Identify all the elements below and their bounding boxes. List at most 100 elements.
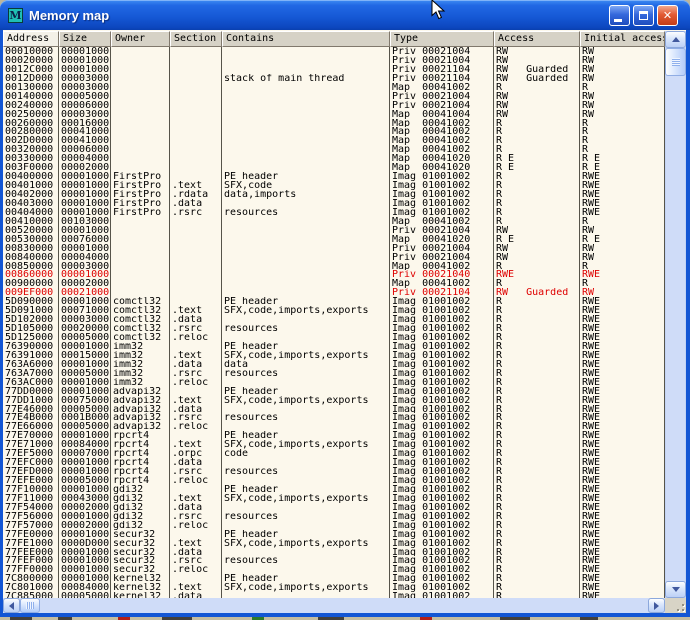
table-row[interactable]: 0053000000076000Map 00041020R ER E — [3, 235, 665, 244]
table-row[interactable]: 0085000000003000Map 00041002RR — [3, 262, 665, 271]
table-row[interactable]: 77EFD00000001000rpcrt4.rsrcresourcesImag… — [3, 467, 665, 476]
table-row[interactable]: 0041000000103000Map 00041002RR — [3, 217, 665, 226]
cell-size: 00002000 — [59, 521, 111, 530]
table-row[interactable]: 0040300000001000FirstPro.dataImag 010010… — [3, 199, 665, 208]
cell-access: R — [494, 521, 580, 530]
table-row[interactable]: 7639100000015000imm32.textSFX,code,impor… — [3, 351, 665, 360]
column-header-type[interactable]: Type — [390, 31, 494, 47]
table-row[interactable]: 77F5400000002000gdi32.dataImag 01001002R… — [3, 503, 665, 512]
cell-access: R — [494, 405, 580, 414]
table-row[interactable]: 77E4B0000001B000advapi32.rsrcresourcesIm… — [3, 413, 665, 422]
table-row[interactable]: 5D09100000071000comctl32.textSFX,code,im… — [3, 306, 665, 315]
column-header-address[interactable]: Address — [3, 31, 59, 47]
table-row[interactable]: 77E7000000001000rpcrt4PE headerImag 0100… — [3, 431, 665, 440]
cell-contains — [222, 521, 390, 530]
table-row[interactable]: 77FE000000001000secur32PE headerImag 010… — [3, 530, 665, 539]
table-row[interactable]: 0033000000004000Map 00041020R ER E — [3, 154, 665, 163]
table-row[interactable]: 7C80100000084000kernel32.textSFX,code,im… — [3, 583, 665, 592]
cell-access: R — [494, 262, 580, 271]
scroll-left-button[interactable] — [3, 598, 20, 613]
column-header-access[interactable]: Access — [494, 31, 580, 47]
titlebar[interactable]: M Memory map ✕ — [0, 0, 690, 30]
table-row[interactable]: 763AC00000001000imm32.relocImag 01001002… — [3, 378, 665, 387]
resize-grip[interactable] — [665, 598, 686, 613]
column-header-contains[interactable]: Contains — [222, 31, 390, 47]
table-row[interactable]: 77FE10000000D000secur32.textSFX,code,imp… — [3, 539, 665, 548]
table-row[interactable]: 77F1000000001000gdi32PE headerImag 01001… — [3, 485, 665, 494]
table-row[interactable]: 0083000000001000Priv 00021004RWRW — [3, 244, 665, 253]
table-row[interactable]: 77FEF00000001000secur32.rsrcresourcesIma… — [3, 556, 665, 565]
cell-size: 00001000 — [59, 181, 111, 190]
table-row[interactable]: 003F000000002000Map 00041020R ER E — [3, 163, 665, 172]
scroll-right-button[interactable] — [648, 598, 665, 613]
minimize-button[interactable] — [609, 5, 630, 26]
table-row[interactable]: 77EFE00000005000rpcrt4.relocImag 0100100… — [3, 476, 665, 485]
column-header-size[interactable]: Size — [59, 31, 111, 47]
table-row[interactable]: 77E6600000005000advapi32.relocImag 01001… — [3, 422, 665, 431]
table-row[interactable]: 5D12500000005000comctl32.relocImag 01001… — [3, 333, 665, 342]
table-row[interactable]: 0025000000003000Map 00041004RWRW — [3, 110, 665, 119]
column-header-section[interactable]: Section — [170, 31, 222, 47]
table-row[interactable]: 0040000000001000FirstProPE headerImag 01… — [3, 172, 665, 181]
cell-contains — [222, 217, 390, 226]
table-row[interactable]: 0028000000041000Map 00041002RR — [3, 127, 665, 136]
table-row[interactable]: 0024000000006000Priv 00021004RWRW — [3, 101, 665, 110]
table-row[interactable]: 0090000000002000Map 00041002RR — [3, 279, 665, 288]
cell-size: 00001000 — [59, 244, 111, 253]
cell-size: 00003000 — [59, 83, 111, 92]
table-row[interactable]: 0040200000001000FirstPro.rdatadata,impor… — [3, 190, 665, 199]
table-row[interactable]: 763A700000005000imm32.rsrcresourcesImag … — [3, 369, 665, 378]
table-row[interactable]: 5D09000000001000comctl32PE headerImag 01… — [3, 297, 665, 306]
table-row[interactable]: 0032000000006000Map 00041002RR — [3, 145, 665, 154]
vertical-scroll-thumb[interactable] — [665, 48, 686, 76]
table-row[interactable]: 5D10200000003000comctl32.dataImag 010010… — [3, 315, 665, 324]
table-row[interactable]: 0014000000005000Priv 00021004RWRW — [3, 92, 665, 101]
table-row[interactable]: 0002000000001000Priv 00021004RWRW — [3, 56, 665, 65]
table-row[interactable]: 7639000000001000imm32PE headerImag 01001… — [3, 342, 665, 351]
horizontal-scrollbar[interactable] — [3, 598, 665, 613]
vertical-scrollbar[interactable] — [665, 31, 686, 598]
maximize-button[interactable] — [633, 5, 654, 26]
scroll-down-button[interactable] — [665, 581, 686, 598]
table-row[interactable]: 0052000000001000Priv 00021004RWRW — [3, 226, 665, 235]
column-header-owner[interactable]: Owner — [111, 31, 170, 47]
cell-contains — [222, 101, 390, 110]
horizontal-scroll-thumb[interactable] — [20, 598, 40, 613]
cell-initial: RWE — [580, 315, 665, 324]
table-row[interactable]: 0026000000016000Map 00041002RR — [3, 119, 665, 128]
close-button[interactable]: ✕ — [657, 5, 678, 26]
table-row[interactable]: 002D000000041000Map 00041002RR — [3, 136, 665, 145]
table-row[interactable]: 77F5700000002000gdi32.relocImag 01001002… — [3, 521, 665, 530]
table-row[interactable]: 0012D00000003000stack of main threadPriv… — [3, 74, 665, 83]
table-row[interactable]: 77DD000000001000advapi32PE headerImag 01… — [3, 387, 665, 396]
table-row[interactable]: 0040100000001000FirstPro.textSFX,codeIma… — [3, 181, 665, 190]
scroll-up-button[interactable] — [665, 31, 686, 48]
table-row[interactable]: 77F1100000043000gdi32.textSFX,code,impor… — [3, 494, 665, 503]
table-row[interactable]: 0040400000001000FirstPro.rsrcresourcesIm… — [3, 208, 665, 217]
table-row[interactable]: 77EFC00000001000rpcrt4.dataImag 01001002… — [3, 458, 665, 467]
table-row[interactable]: 77F5600000001000gdi32.rsrcresourcesImag … — [3, 512, 665, 521]
cell-contains — [222, 565, 390, 574]
table-row[interactable]: 5D10500000020000comctl32.rsrcresourcesIm… — [3, 324, 665, 333]
table-row[interactable]: 77EF500000007000rpcrt4.orpccodeImag 0100… — [3, 449, 665, 458]
cell-contains — [222, 56, 390, 65]
table-row[interactable]: 0001000000001000Priv 00021004RWRW — [3, 47, 665, 56]
column-header-initial[interactable]: Initial access — [580, 31, 665, 47]
cell-contains — [222, 476, 390, 485]
cell-size: 00001000 — [59, 342, 111, 351]
table-row[interactable]: 77FF000000001000secur32.relocImag 010010… — [3, 565, 665, 574]
table-row[interactable]: 77E7100000084000rpcrt4.textSFX,code,impo… — [3, 440, 665, 449]
cell-access: R — [494, 512, 580, 521]
table-row[interactable]: 763A600000001000imm32.datadataImag 01001… — [3, 360, 665, 369]
cell-type: Map 00041002 — [390, 83, 494, 92]
table-row[interactable]: 0084000000004000Priv 00021004RWRW — [3, 253, 665, 262]
table-row[interactable]: 77FEE00000001000secur32.dataImag 0100100… — [3, 548, 665, 557]
table-row[interactable]: 0013000000003000Map 00041002RR — [3, 83, 665, 92]
table-row[interactable]: 0012C00000001000Priv 00021104RW GuardedR… — [3, 65, 665, 74]
table-row[interactable]: 7C80000000001000kernel32PE headerImag 01… — [3, 574, 665, 583]
table-row[interactable]: 77E4600000005000advapi32.dataImag 010010… — [3, 405, 665, 414]
table-row[interactable]: 0086000000001000Priv 00021040RWERWE — [3, 270, 665, 279]
table-row[interactable]: 009EF00000021000Priv 00021104RW GuardedR… — [3, 288, 665, 297]
table-row[interactable]: 77DD100000075000advapi32.textSFX,code,im… — [3, 396, 665, 405]
cell-owner: gdi32 — [111, 512, 170, 521]
